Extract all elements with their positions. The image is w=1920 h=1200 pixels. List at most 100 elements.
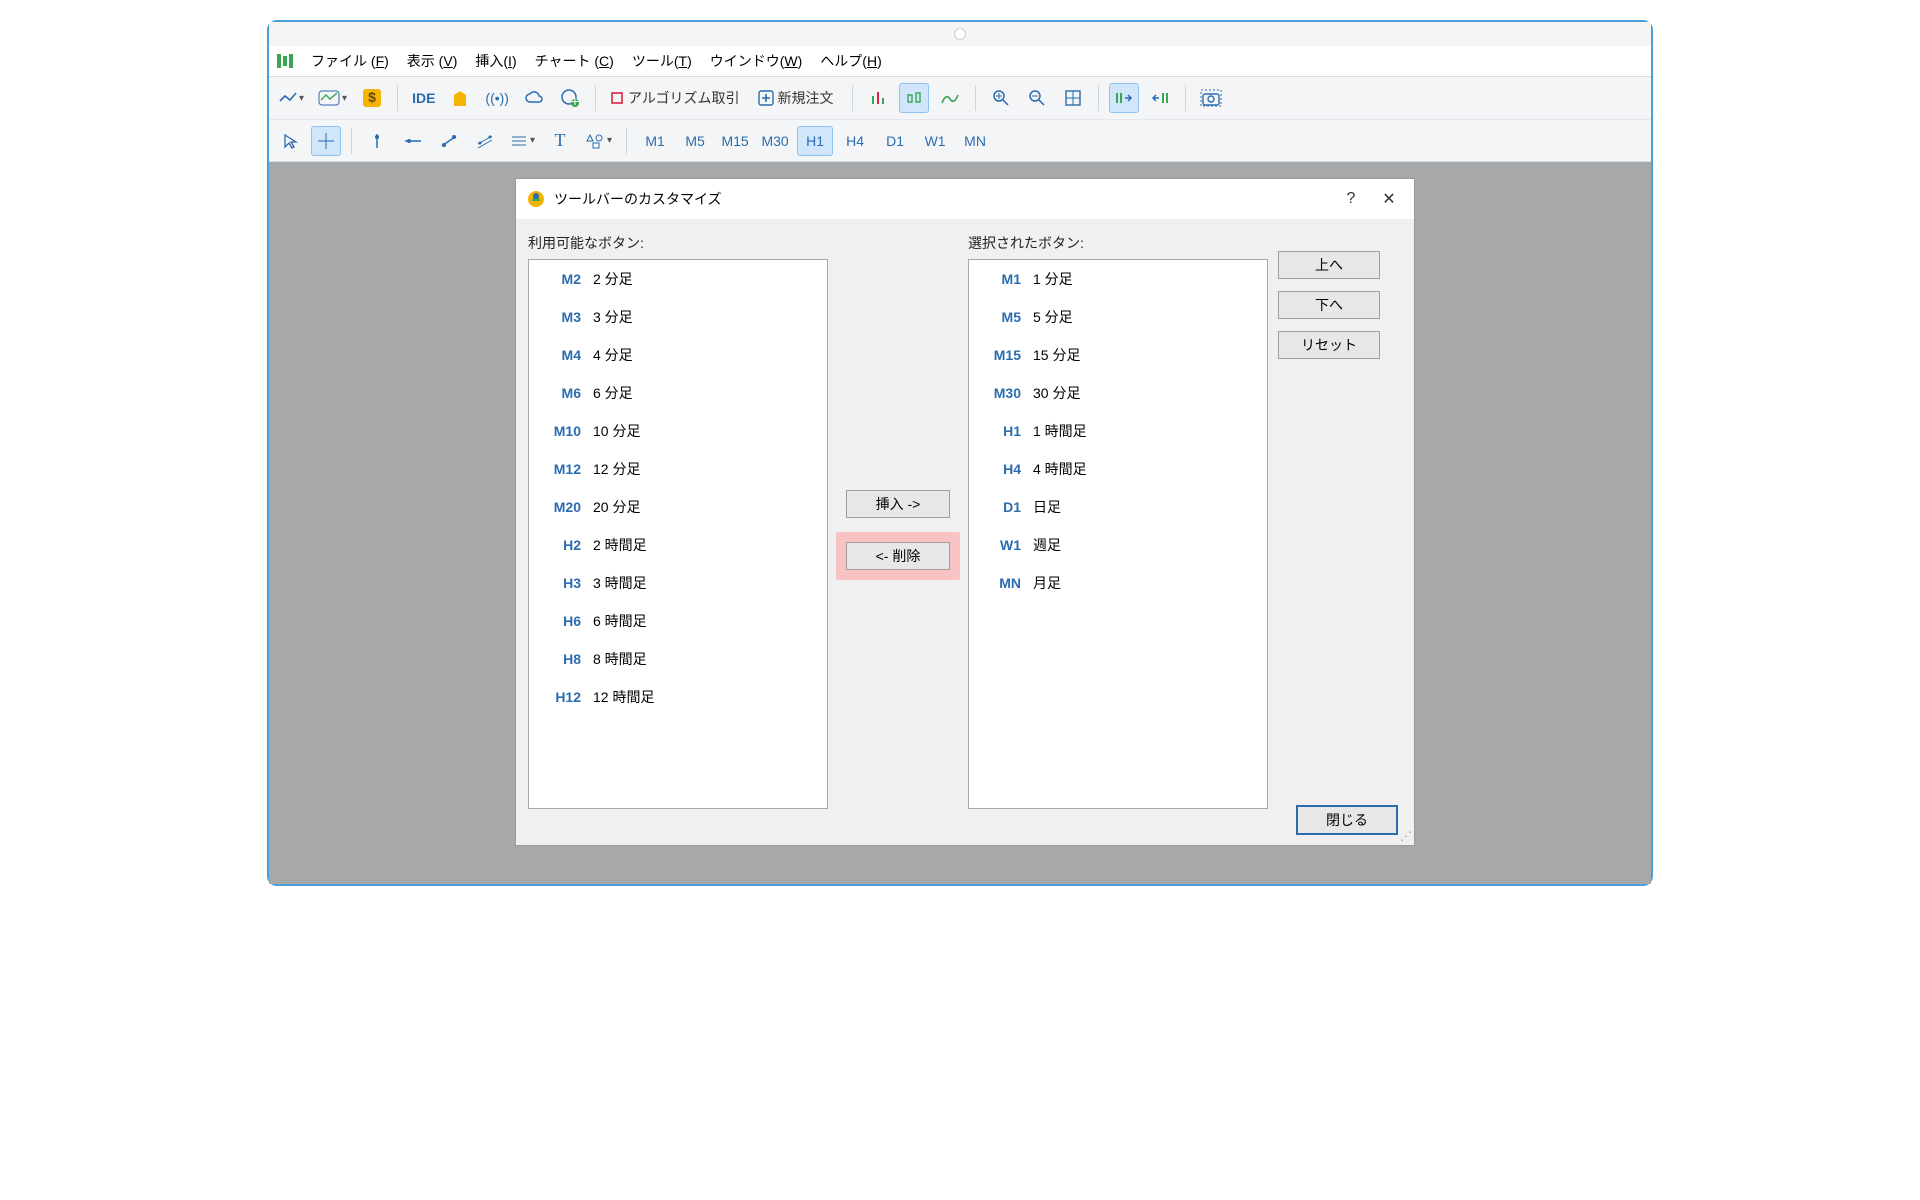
dialog-titlebar[interactable]: ツールバーのカスタマイズ ? ✕ bbox=[516, 179, 1414, 219]
toolbar-row-2: ▾ T ▾ M1M5M15M30H1H4D1W1MN bbox=[269, 119, 1651, 161]
new-order-button[interactable]: 新規注文 bbox=[754, 83, 842, 113]
list-item[interactable]: D1日足 bbox=[969, 488, 1267, 526]
timeframe-mn[interactable]: MN bbox=[957, 126, 993, 156]
list-item[interactable]: MN月足 bbox=[969, 564, 1267, 602]
timeframe-code: M2 bbox=[539, 271, 581, 287]
timeframe-label: 週足 bbox=[1033, 535, 1061, 555]
selected-column: 選択されたボタン: M11 分足 M5 5 分足 M1515 分足M3030 分足H1… bbox=[968, 233, 1268, 837]
timeframe-label: 12 時間足 bbox=[593, 687, 654, 707]
timeframe-label: 4 時間足 bbox=[1033, 459, 1087, 479]
move-up-button[interactable]: 上へ bbox=[1278, 251, 1380, 279]
shapes-icon[interactable]: ▾ bbox=[581, 126, 616, 156]
channel-icon[interactable] bbox=[470, 126, 500, 156]
market-icon[interactable] bbox=[445, 83, 475, 113]
menu-help[interactable]: ヘルプ(H) bbox=[820, 51, 881, 71]
reset-button[interactable]: リセット bbox=[1278, 331, 1380, 359]
list-item[interactable]: M3030 分足 bbox=[969, 374, 1267, 412]
line-chart-icon[interactable]: ▾ bbox=[275, 83, 308, 113]
insert-button[interactable]: 挿入 -> bbox=[846, 490, 950, 518]
timeframe-label: 6 時間足 bbox=[593, 611, 647, 631]
list-item[interactable]: H33 時間足 bbox=[529, 564, 827, 602]
timeframe-code: D1 bbox=[979, 499, 1021, 515]
list-item[interactable]: H66 時間足 bbox=[529, 602, 827, 640]
list-item[interactable]: M2020 分足 bbox=[529, 488, 827, 526]
shift-left-icon[interactable] bbox=[1145, 83, 1175, 113]
dollar-icon[interactable]: $ bbox=[357, 83, 387, 113]
globe-plus-icon[interactable]: + bbox=[555, 83, 585, 113]
remove-highlight: <- 削除 bbox=[836, 532, 960, 580]
timeframe-code: H12 bbox=[539, 689, 581, 705]
app-logo-icon bbox=[277, 54, 293, 68]
algo-trading-button[interactable]: アルゴリズム取引 bbox=[606, 83, 748, 113]
resize-grip-icon[interactable]: ⋰ bbox=[1400, 829, 1412, 843]
cloud-icon[interactable] bbox=[519, 83, 549, 113]
timeframe-d1[interactable]: D1 bbox=[877, 126, 913, 156]
close-dialog-button[interactable]: 閉じる bbox=[1296, 805, 1398, 835]
list-item[interactable]: M22 分足 bbox=[529, 260, 827, 298]
zoom-in-icon[interactable] bbox=[986, 83, 1016, 113]
list-item[interactable]: H88 時間足 bbox=[529, 640, 827, 678]
bars-up-icon[interactable] bbox=[863, 83, 893, 113]
list-item[interactable]: H11 時間足 bbox=[969, 412, 1267, 450]
svg-text:+: + bbox=[571, 93, 579, 108]
menu-view[interactable]: 表示 (V) bbox=[407, 51, 458, 71]
trendline-icon[interactable] bbox=[434, 126, 464, 156]
crosshair-icon[interactable] bbox=[311, 126, 341, 156]
timeframe-w1[interactable]: W1 bbox=[917, 126, 953, 156]
dialog-help-button[interactable]: ? bbox=[1336, 190, 1366, 208]
cursor-icon[interactable] bbox=[275, 126, 305, 156]
list-item[interactable]: M1515 分足 bbox=[969, 336, 1267, 374]
list-item[interactable]: H44 時間足 bbox=[969, 450, 1267, 488]
indicator-chart-icon[interactable]: ▾ bbox=[314, 83, 351, 113]
candles-icon[interactable] bbox=[899, 83, 929, 113]
selected-listbox[interactable]: M11 分足 M5 5 分足 M1515 分足M3030 分足H11 時間足H44 時… bbox=[968, 259, 1268, 809]
timeframe-m5[interactable]: M5 bbox=[677, 126, 713, 156]
grid-icon[interactable] bbox=[1058, 83, 1088, 113]
hline-icon[interactable] bbox=[398, 126, 428, 156]
list-item[interactable]: M5 5 分足 bbox=[969, 298, 1267, 336]
timeframe-code: M12 bbox=[539, 461, 581, 477]
timeframe-label: 4 分足 bbox=[593, 345, 633, 365]
fib-icon[interactable]: ▾ bbox=[506, 126, 539, 156]
timeframe-h4[interactable]: H4 bbox=[837, 126, 873, 156]
list-item[interactable]: M66 分足 bbox=[529, 374, 827, 412]
timeframe-label: 5 分足 bbox=[1033, 307, 1073, 327]
timeframe-code: M20 bbox=[539, 499, 581, 515]
shift-right-icon[interactable] bbox=[1109, 83, 1139, 113]
list-item[interactable]: M1212 分足 bbox=[529, 450, 827, 488]
toolbar-area: ▾ ▾ $ IDE ((•)) + アルゴリズム取引 新規注文 ▾ T bbox=[269, 76, 1651, 162]
menu-chart[interactable]: チャート (C) bbox=[535, 51, 614, 71]
vline-icon[interactable] bbox=[362, 126, 392, 156]
list-item[interactable]: M33 分足 bbox=[529, 298, 827, 336]
list-item[interactable]: H12 12 時間足 bbox=[529, 678, 827, 716]
separator bbox=[975, 85, 976, 111]
screenshot-icon[interactable] bbox=[1196, 83, 1226, 113]
menu-window[interactable]: ウインドウ(W) bbox=[710, 51, 803, 71]
list-item[interactable]: W1週足 bbox=[969, 526, 1267, 564]
timeframe-h1[interactable]: H1 bbox=[797, 126, 833, 156]
menu-insert[interactable]: 挿入(I) bbox=[475, 51, 516, 71]
timeframe-code: H3 bbox=[539, 575, 581, 591]
list-item[interactable]: M1010 分足 bbox=[529, 412, 827, 450]
separator bbox=[595, 85, 596, 111]
dialog-close-button[interactable]: ✕ bbox=[1374, 189, 1404, 209]
available-listbox[interactable]: M22 分足M33 分足M44 分足M66 分足M1010 分足M1212 分足… bbox=[528, 259, 828, 809]
timeframe-m1[interactable]: M1 bbox=[637, 126, 673, 156]
menu-file[interactable]: ファイル (F) bbox=[311, 51, 389, 71]
move-down-button[interactable]: 下へ bbox=[1278, 291, 1380, 319]
timeframe-m30[interactable]: M30 bbox=[757, 126, 793, 156]
zoom-out-icon[interactable] bbox=[1022, 83, 1052, 113]
list-item[interactable]: M11 分足 bbox=[969, 260, 1267, 298]
remove-button[interactable]: <- 削除 bbox=[846, 542, 950, 570]
menu-tools[interactable]: ツール(T) bbox=[632, 51, 692, 71]
timeframe-label: 1 時間足 bbox=[1033, 421, 1087, 441]
list-item[interactable]: H22 時間足 bbox=[529, 526, 827, 564]
timeframe-m15[interactable]: M15 bbox=[717, 126, 753, 156]
list-item[interactable]: M44 分足 bbox=[529, 336, 827, 374]
timeframe-code: M5 bbox=[979, 309, 1021, 325]
wave-icon[interactable] bbox=[935, 83, 965, 113]
selected-label: 選択されたボタン: bbox=[968, 233, 1268, 253]
text-icon[interactable]: T bbox=[545, 126, 575, 156]
signal-icon[interactable]: ((•)) bbox=[481, 83, 513, 113]
ide-button[interactable]: IDE bbox=[408, 83, 439, 113]
